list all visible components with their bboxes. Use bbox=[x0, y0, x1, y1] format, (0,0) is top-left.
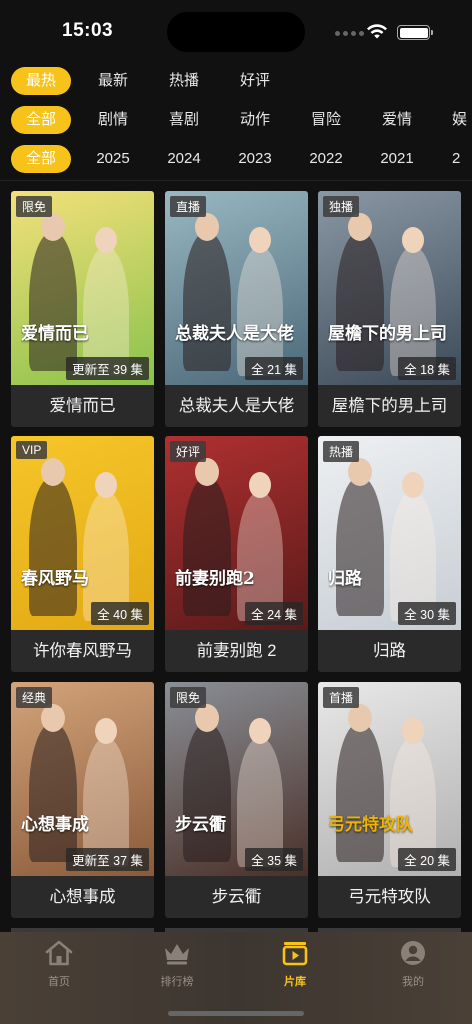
episode-count: 全 24 集 bbox=[245, 602, 303, 625]
card-badge: 限免 bbox=[16, 196, 53, 217]
crown-icon bbox=[165, 944, 189, 965]
card-title: 心想事成 bbox=[49, 888, 116, 906]
episode-count: 更新至 39 集 bbox=[66, 357, 149, 380]
status-time: 15:03 bbox=[62, 20, 114, 41]
dynamic-island bbox=[167, 12, 305, 52]
drama-card[interactable]: 归路 热播全 30 集归路 bbox=[318, 436, 461, 672]
card-title: 许你春风野马 bbox=[33, 642, 132, 660]
poster-title-art: 屋檐下的男上司 bbox=[328, 324, 447, 344]
poster-title-art: 爱情而已 bbox=[21, 324, 89, 344]
tab-home[interactable]: 首页 bbox=[0, 938, 118, 989]
poster-title-art: 步云衢 bbox=[175, 815, 226, 835]
poster-image: 前妻别跑2 好评全 24 集 bbox=[165, 436, 308, 630]
tab-profile[interactable]: 我的 bbox=[354, 938, 472, 989]
year-chip-more[interactable]: 2 bbox=[452, 145, 472, 173]
poster-image: 屋檐下的男上司 独播全 18 集 bbox=[318, 191, 461, 385]
year-chip-2021[interactable]: 2021 bbox=[375, 145, 419, 173]
card-badge: 好评 bbox=[170, 441, 207, 462]
library-icon bbox=[282, 942, 308, 966]
card-title: 屋檐下的男上司 bbox=[331, 397, 448, 415]
card-badge: VIP bbox=[16, 441, 48, 459]
poster-title-art: 弓元特攻队 bbox=[328, 815, 413, 835]
sort-chip-hottest[interactable]: 最热 bbox=[11, 67, 71, 95]
status-bar: 15:03 bbox=[0, 0, 472, 62]
card-title: 弓元特攻队 bbox=[348, 888, 431, 906]
home-icon bbox=[45, 940, 73, 966]
poster-title-art: 前妻别跑2 bbox=[175, 569, 255, 589]
drama-card[interactable]: 爱情而已 限免 更新至 39 集爱情而已 bbox=[11, 191, 154, 427]
genre-chip-all[interactable]: 全部 bbox=[11, 106, 71, 134]
tab-library[interactable]: 片库 bbox=[236, 938, 354, 989]
episode-count: 全 35 集 bbox=[245, 848, 303, 871]
drama-card[interactable]: 弓元特攻队 首播全 20 集弓元特攻队 bbox=[318, 682, 461, 918]
episode-count: 全 30 集 bbox=[398, 602, 456, 625]
episode-count: 全 21 集 bbox=[245, 357, 303, 380]
poster-title-art: 归路 bbox=[328, 569, 362, 589]
poster-image: 爱情而已 限免更新至 39 集 bbox=[11, 191, 154, 385]
poster-title-art: 总裁夫人是大佬 bbox=[175, 324, 294, 344]
sort-filter-row: 最热 最新 热播 好评 bbox=[0, 67, 472, 97]
tab-ranking-label: 排行榜 bbox=[160, 976, 194, 988]
genre-chip-romance[interactable]: 爱情 bbox=[380, 106, 414, 134]
drama-card[interactable]: 屋檐下的男上司 独播全 18 集屋檐下的男上司 bbox=[318, 191, 461, 427]
poster-title-art: 春风野马 bbox=[21, 569, 89, 589]
card-title: 爱情而已 bbox=[49, 397, 116, 415]
year-chip-2022[interactable]: 2022 bbox=[304, 145, 348, 173]
drama-card[interactable]: 春风野马 VIP 全 40 集许你春风野马 bbox=[11, 436, 154, 672]
card-title: 前妻别跑 2 bbox=[196, 642, 277, 660]
profile-icon bbox=[401, 941, 425, 965]
poster-image: 归路 热播全 30 集 bbox=[318, 436, 461, 630]
episode-count: 更新至 37 集 bbox=[66, 848, 149, 871]
year-chip-2024[interactable]: 2024 bbox=[162, 145, 206, 173]
card-title: 总裁夫人是大佬 bbox=[178, 397, 295, 415]
card-badge: 独播 bbox=[323, 196, 360, 217]
genre-chip-action[interactable]: 动作 bbox=[238, 106, 272, 134]
genre-chip-comedy[interactable]: 喜剧 bbox=[167, 106, 201, 134]
genre-chip-more[interactable]: 娱 bbox=[452, 106, 472, 134]
card-title: 步云衢 bbox=[211, 888, 262, 906]
genre-chip-adventure[interactable]: 冒险 bbox=[309, 106, 343, 134]
poster-image: 春风野马 VIP 全 40 集 bbox=[11, 436, 154, 630]
drama-card[interactable]: 步云衢 限免全 35 集步云衢 bbox=[165, 682, 308, 918]
sort-chip-top-rated[interactable]: 好评 bbox=[238, 67, 272, 95]
card-badge: 限免 bbox=[170, 687, 207, 708]
episode-count: 全 18 集 bbox=[398, 357, 456, 380]
tab-ranking[interactable]: 排行榜 bbox=[118, 938, 236, 989]
signal-dots-icon bbox=[335, 31, 364, 36]
wifi-icon bbox=[367, 24, 387, 39]
episode-count: 全 20 集 bbox=[398, 848, 456, 871]
year-filter-row: 全部 2025 2024 2023 2022 2021 2 bbox=[0, 145, 472, 175]
card-badge: 首播 bbox=[323, 687, 360, 708]
poster-image: 步云衢 限免全 35 集 bbox=[165, 682, 308, 876]
tab-library-label: 片库 bbox=[284, 976, 306, 988]
tab-profile-label: 我的 bbox=[402, 976, 424, 988]
tab-home-label: 首页 bbox=[48, 976, 70, 988]
drama-card[interactable]: 前妻别跑2 好评全 24 集前妻别跑 2 bbox=[165, 436, 308, 672]
drama-card[interactable]: 总裁夫人是大佬 直播全 21 集总裁夫人是大佬 bbox=[165, 191, 308, 427]
genre-chip-drama[interactable]: 剧情 bbox=[96, 106, 130, 134]
card-badge: 热播 bbox=[323, 441, 360, 462]
card-title: 归路 bbox=[373, 642, 406, 660]
genre-filter-row: 全部 剧情 喜剧 动作 冒险 爱情 娱 bbox=[0, 106, 472, 136]
card-badge: 直播 bbox=[170, 196, 207, 217]
year-chip-all[interactable]: 全部 bbox=[11, 145, 71, 173]
sort-chip-trending[interactable]: 热播 bbox=[167, 67, 201, 95]
home-indicator bbox=[168, 1011, 304, 1016]
episode-count: 全 40 集 bbox=[91, 602, 149, 625]
year-chip-2023[interactable]: 2023 bbox=[233, 145, 277, 173]
poster-image: 心想事成 经典更新至 37 集 bbox=[11, 682, 154, 876]
sort-chip-newest[interactable]: 最新 bbox=[96, 67, 130, 95]
filter-divider bbox=[0, 180, 472, 181]
poster-image: 总裁夫人是大佬 直播全 21 集 bbox=[165, 191, 308, 385]
drama-card[interactable]: 心想事成 经典 更新至 37 集心想事成 bbox=[11, 682, 154, 918]
poster-title-art: 心想事成 bbox=[21, 815, 89, 835]
battery-icon bbox=[397, 25, 433, 40]
year-chip-2025[interactable]: 2025 bbox=[91, 145, 135, 173]
poster-image: 弓元特攻队 首播全 20 集 bbox=[318, 682, 461, 876]
card-badge: 经典 bbox=[16, 687, 53, 708]
